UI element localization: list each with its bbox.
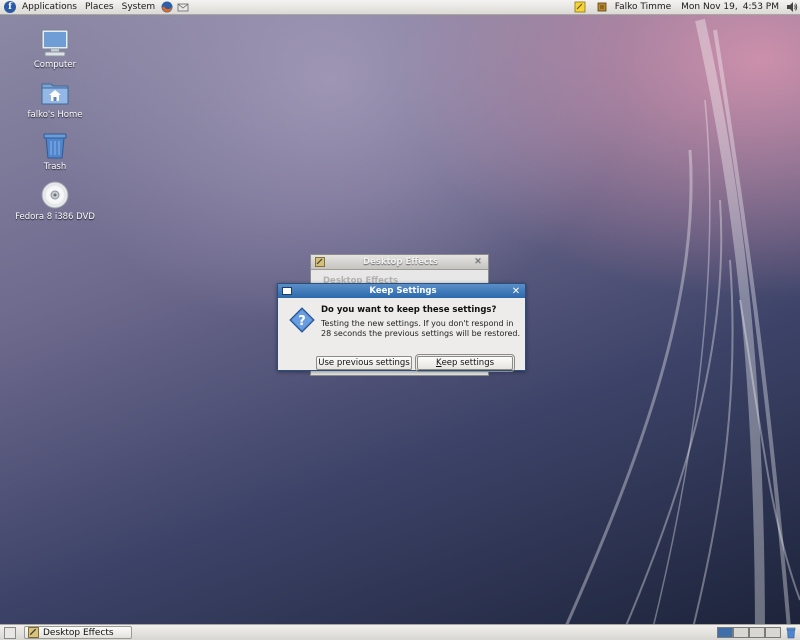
desktop-effects-titlebar[interactable]: Desktop Effects ✕	[311, 255, 488, 270]
keep-settings-dialog: Keep Settings ✕ ? Do you want to keep th…	[277, 283, 526, 372]
desktop-icon-label: falko's Home	[27, 110, 83, 120]
main-menu: f Applications Places System	[0, 0, 191, 15]
user-switch-icon[interactable]	[596, 1, 608, 13]
workspace-4[interactable]	[765, 627, 781, 638]
top-panel: f Applications Places System Falko Timme…	[0, 0, 800, 15]
close-icon[interactable]: ✕	[472, 257, 484, 267]
trash-applet-icon[interactable]	[785, 627, 797, 639]
desktop-icon-label: Fedora 8 i386 DVD	[15, 212, 95, 222]
bottom-panel: Desktop Effects	[0, 624, 800, 640]
desktop-icon-computer[interactable]: Computer	[10, 27, 100, 70]
taskbar-item-desktop-effects[interactable]: Desktop Effects	[24, 626, 132, 639]
workspace-switcher	[717, 627, 781, 638]
close-icon[interactable]: ✕	[510, 285, 522, 297]
desktop-effects-icon	[315, 257, 325, 267]
trash-icon	[43, 133, 67, 159]
desktop-icon-label: Computer	[33, 60, 77, 70]
keep-settings-title: Keep Settings	[369, 286, 437, 296]
volume-icon[interactable]	[786, 1, 798, 13]
question-icon: ?	[289, 307, 315, 333]
keep-settings-label: eep settings	[441, 358, 495, 368]
desktop-icon-trash[interactable]: Trash	[10, 129, 100, 172]
home-folder-icon	[41, 83, 69, 105]
clock-time[interactable]: 4:53 PM	[738, 0, 784, 15]
workspace-3[interactable]	[749, 627, 765, 638]
workspace-1[interactable]	[717, 627, 733, 638]
menu-places[interactable]: Places	[81, 0, 118, 15]
firefox-icon[interactable]	[161, 1, 173, 13]
keep-settings-button[interactable]: Keep settings	[415, 354, 515, 372]
desktop-icon-dvd[interactable]: Fedora 8 i386 DVD	[10, 179, 100, 222]
desktop-effects-icon	[28, 627, 39, 638]
desktop-effects-title: Desktop Effects	[362, 257, 439, 267]
keep-settings-body: ? Do you want to keep these settings? Te…	[278, 298, 525, 372]
dvd-icon	[41, 181, 69, 209]
taskbar-item-label: Desktop Effects	[43, 627, 114, 638]
desktop-icon-home[interactable]: falko's Home	[10, 77, 100, 120]
keep-settings-titlebar[interactable]: Keep Settings ✕	[278, 284, 525, 298]
workspace-2[interactable]	[733, 627, 749, 638]
desktop-icon-label: Trash	[43, 162, 67, 172]
use-previous-settings-button[interactable]: Use previous settings	[316, 356, 412, 370]
menu-applications[interactable]: Applications	[18, 0, 81, 15]
notes-icon[interactable]	[574, 1, 586, 13]
fedora-logo-icon[interactable]: f	[4, 1, 16, 13]
svg-text:?: ?	[298, 314, 306, 329]
panel-right: Falko Timme Mon Nov 19, 4:53 PM	[572, 0, 800, 15]
clock-date[interactable]: Mon Nov 19,	[676, 0, 738, 15]
window-icon	[282, 287, 292, 295]
mail-icon[interactable]	[177, 1, 189, 13]
computer-icon	[41, 29, 69, 57]
menu-system[interactable]: System	[118, 0, 160, 15]
user-name[interactable]: Falko Timme	[610, 0, 676, 15]
desktop-screen: f Applications Places System Falko Timme…	[0, 0, 800, 640]
keep-settings-heading: Do you want to keep these settings?	[321, 305, 497, 315]
keep-settings-message: Testing the new settings. If you don't r…	[321, 319, 521, 338]
show-desktop-button[interactable]	[4, 626, 16, 639]
